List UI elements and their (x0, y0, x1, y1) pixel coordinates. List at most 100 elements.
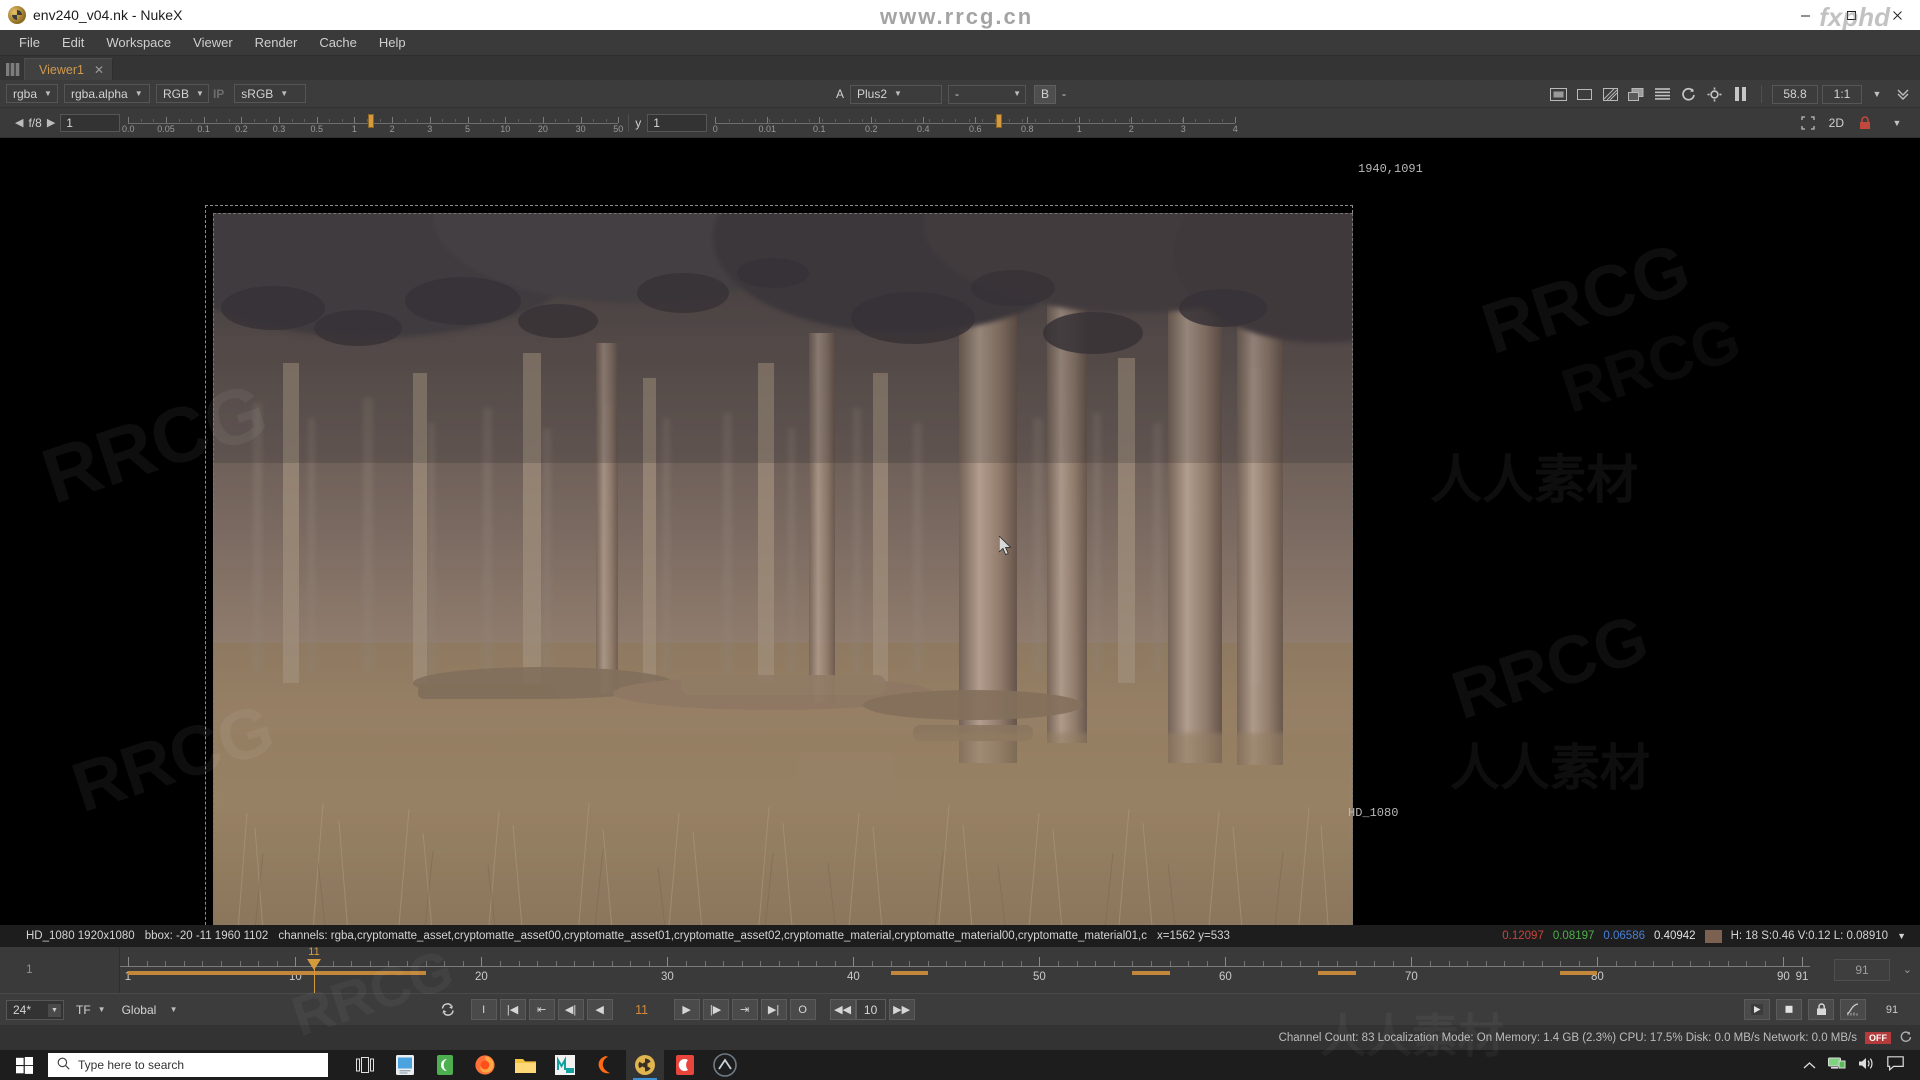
panel-grip-icon[interactable] (6, 63, 20, 76)
watermark-cn: 人人素材 (1450, 740, 1650, 796)
loop-mode-button[interactable] (435, 999, 461, 1020)
timeline[interactable]: 1 1 10 20 30 40 50 60 70 80 90 91 11 91 ⌄ (0, 946, 1920, 993)
timeline-track[interactable]: 1 10 20 30 40 50 60 70 80 90 91 11 (120, 946, 1810, 993)
ip-toggle-badge[interactable]: IP (209, 87, 228, 101)
fullscreen-icon[interactable] (1797, 113, 1819, 133)
wipe-icon[interactable] (1599, 84, 1621, 104)
chevron-down-icon: ▼ (280, 88, 289, 98)
lock-range-icon[interactable] (1808, 999, 1834, 1020)
gain-value-field[interactable]: 1 (60, 113, 121, 132)
expand-panel-icon[interactable] (1892, 84, 1914, 104)
proxy-icon[interactable] (1547, 84, 1569, 104)
step-size-field[interactable]: 10 (855, 999, 886, 1020)
menu-item-cache[interactable]: Cache (308, 33, 368, 52)
pause-icon[interactable] (1729, 84, 1751, 104)
menu-item-edit[interactable]: Edit (51, 33, 95, 52)
pixel-alpha-value: 0.40942 (1654, 930, 1696, 942)
timeline-end-field[interactable]: 91 (1834, 959, 1890, 981)
fps-field[interactable]: 24* ▼ (6, 999, 64, 1020)
set-in-point-button[interactable]: I (470, 999, 497, 1020)
pixel-aspect-field[interactable]: 1:1 (1822, 84, 1862, 104)
capture-app-icon[interactable] (666, 1050, 704, 1080)
curve-editor-icon[interactable] (1840, 999, 1866, 1020)
gamma-slider[interactable]: 0 0.01 0.1 0.2 0.4 0.6 0.8 1 2 3 4 (713, 110, 1238, 136)
houdini-icon[interactable] (586, 1050, 624, 1080)
timeline-cached-range (1132, 971, 1170, 975)
play-backward-button[interactable]: ◀ (586, 999, 613, 1020)
previous-keyframe-button[interactable]: ⇤ (528, 999, 555, 1020)
display-channel-dropdown[interactable]: RGB ▼ (156, 84, 209, 103)
taskbar-app-list (346, 1050, 744, 1080)
chevron-down-icon[interactable]: ⌄ (1903, 963, 1912, 976)
chevron-down-icon[interactable]: ▼ (1866, 84, 1888, 104)
extra-app-icon[interactable] (706, 1050, 744, 1080)
nuke-icon[interactable] (626, 1050, 664, 1080)
viewer-canvas[interactable]: 1940,1091 HD_1080 RRCG RRCG RRCG RRCG 人人… (0, 138, 1920, 925)
view-mode-label[interactable]: 2D (1829, 116, 1844, 130)
close-icon[interactable]: ✕ (94, 63, 104, 77)
notifications-icon[interactable] (1887, 1056, 1904, 1074)
refresh-icon[interactable] (1899, 1030, 1912, 1046)
search-input[interactable]: Type here to search (48, 1053, 328, 1077)
tab-viewer1[interactable]: Viewer1 ✕ (24, 58, 113, 80)
channel-set-dropdown[interactable]: rgba ▼ (6, 84, 58, 103)
menu-item-help[interactable]: Help (368, 33, 417, 52)
nuke-logo-icon (8, 6, 26, 24)
step-back-button[interactable]: ◀◀ (829, 999, 856, 1020)
overlay-icon[interactable] (1625, 84, 1647, 104)
timecode-mode-dropdown[interactable]: TF ▼ (70, 1000, 110, 1019)
windows-start-icon[interactable] (0, 1050, 48, 1080)
input-a-dropdown[interactable]: Plus2 ▼ (850, 84, 943, 104)
next-keyframe-button[interactable]: ⇥ (731, 999, 758, 1020)
gamma-value-field[interactable]: 1 (647, 113, 708, 132)
compare-mode-dropdown[interactable]: - ▼ (948, 84, 1027, 104)
task-view-icon[interactable] (346, 1050, 384, 1080)
menu-item-render[interactable]: Render (244, 33, 309, 52)
chevron-down-icon[interactable]: ▼ (1897, 931, 1906, 941)
timeline-track-number: 1 (26, 962, 33, 976)
viewer-process-dropdown[interactable]: sRGB ▼ (234, 84, 307, 103)
menu-item-file[interactable]: File (8, 33, 51, 52)
store-app-icon[interactable] (386, 1050, 424, 1080)
playback-mode-icon[interactable] (1744, 999, 1770, 1020)
volume-icon[interactable] (1858, 1056, 1875, 1074)
input-a-label: A (836, 87, 845, 101)
chevron-down-icon[interactable]: ▼ (48, 1003, 61, 1017)
status-badge[interactable]: OFF (1865, 1031, 1891, 1044)
list-icon[interactable] (1651, 84, 1673, 104)
maya-icon[interactable] (546, 1050, 584, 1080)
bbox-coordinate-label: 1940,1091 (1358, 162, 1423, 176)
gain-slider[interactable]: 0.0 0.05 0.1 0.2 0.3 0.5 1 2 3 5 10 20 30 50 (122, 110, 623, 136)
play-forward-button[interactable]: ▶ (673, 999, 700, 1020)
gamma-icon[interactable] (1703, 84, 1725, 104)
channel-dropdown[interactable]: rgba.alpha ▼ (64, 84, 150, 103)
firefox-icon[interactable] (466, 1050, 504, 1080)
refresh-icon[interactable] (1677, 84, 1699, 104)
set-out-point-button[interactable]: O (789, 999, 816, 1020)
chevron-down-icon[interactable]: ▼ (1886, 113, 1908, 133)
step-forward-button[interactable]: ▶▶ (888, 999, 915, 1020)
first-frame-button[interactable]: |◀ (499, 999, 526, 1020)
status-channels: channels: rgba,cryptomatte_asset,cryptom… (278, 930, 1147, 942)
menu-item-viewer[interactable]: Viewer (182, 33, 244, 52)
current-frame-field[interactable]: 11 (618, 999, 666, 1020)
gain-increase-button[interactable]: ▶ (42, 116, 60, 129)
roi-icon[interactable] (1573, 84, 1595, 104)
file-explorer-icon[interactable] (506, 1050, 544, 1080)
chevron-up-icon[interactable] (1803, 1058, 1816, 1073)
menu-item-workspace[interactable]: Workspace (95, 33, 182, 52)
next-frame-button[interactable]: |▶ (702, 999, 729, 1020)
chevron-down-icon: ▼ (894, 89, 902, 98)
previous-frame-button[interactable]: ◀| (557, 999, 584, 1020)
network-icon[interactable] (1828, 1056, 1846, 1074)
notes-app-icon[interactable] (426, 1050, 464, 1080)
gain-decrease-button[interactable]: ◀ (10, 116, 28, 129)
zoom-level-field[interactable]: 58.8 (1772, 84, 1818, 104)
end-frame-field[interactable]: 91 (1872, 999, 1912, 1020)
last-frame-button[interactable]: ▶| (760, 999, 787, 1020)
scope-dropdown[interactable]: Global ▼ (116, 1000, 182, 1019)
input-b-label[interactable]: B (1034, 84, 1057, 104)
record-icon[interactable] (1776, 999, 1802, 1020)
nukex-application-window: env240_v04.nk - NukeX www.rrcg.cn fxphd … (0, 0, 1920, 1080)
lock-icon[interactable] (1854, 113, 1876, 133)
